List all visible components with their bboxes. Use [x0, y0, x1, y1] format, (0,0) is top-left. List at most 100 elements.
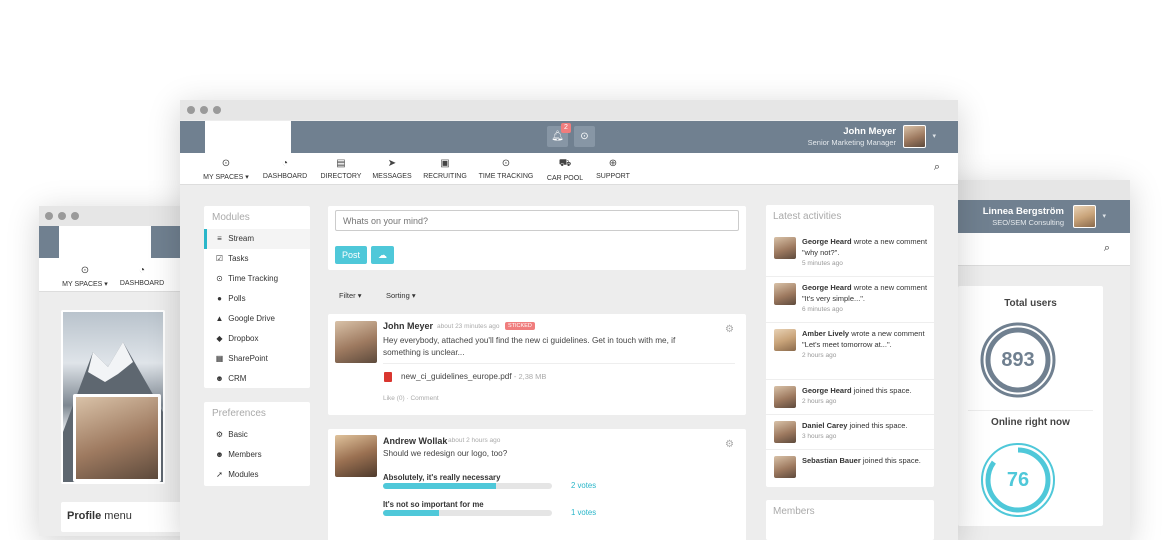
- activity-time: 5 minutes ago: [802, 260, 843, 267]
- post-actions[interactable]: Like (0) · Comment: [383, 395, 439, 402]
- post-time: about 23 minutes ago: [437, 323, 500, 330]
- module-polls[interactable]: ● Polls: [204, 289, 310, 309]
- right-user-title: SEO/SEM Consulting: [992, 218, 1064, 227]
- search-icon[interactable]: ⌕: [1104, 242, 1110, 255]
- post-author-avatar[interactable]: [335, 435, 377, 477]
- filter-dropdown[interactable]: Filter ▾: [339, 291, 362, 300]
- stats-panel: Total users 893 Online right now 76: [958, 286, 1103, 526]
- post-author-name[interactable]: John Meyer: [383, 321, 433, 331]
- activity-avatar: [774, 421, 796, 443]
- main-logo-area: [205, 121, 291, 153]
- window-dot: [45, 212, 53, 220]
- directory-icon: ▤: [336, 158, 346, 169]
- right-navbar: ⌕: [940, 233, 1130, 266]
- user-icon: ☻: [215, 374, 224, 383]
- sharepoint-icon: ▦: [215, 354, 224, 363]
- post-text: Should we redesign our logo, too?: [383, 449, 508, 458]
- upload-button[interactable]: ☁: [371, 246, 394, 264]
- profile-avatar[interactable]: [73, 394, 161, 482]
- attachment[interactable]: new_ci_guidelines_europe.pdf - 2,38 MB: [401, 372, 546, 381]
- preference-modules[interactable]: ➚ Modules: [204, 465, 310, 485]
- divider: [968, 410, 1093, 411]
- module-time-tracking[interactable]: ⊙ Time Tracking: [204, 269, 310, 289]
- poll-progress-bar: [383, 510, 552, 516]
- poll-option[interactable]: It's not so important for me: [383, 500, 484, 509]
- car-icon: ⛟: [558, 158, 572, 169]
- activity-time: 2 hours ago: [802, 398, 837, 405]
- gears-icon[interactable]: ⚙: [725, 439, 734, 450]
- attachment-size: - 2,38 MB: [513, 372, 547, 381]
- activity-item[interactable]: George Heard joined this space. 2 hours a…: [766, 380, 934, 415]
- activity-item[interactable]: Amber Lively wrote a new comment "Let's …: [766, 323, 934, 380]
- preference-basic[interactable]: ⚙ Basic: [204, 425, 310, 445]
- nav-directory[interactable]: ▤ DIRECTORY: [318, 158, 364, 180]
- online-label: Online right now: [991, 417, 1070, 428]
- nav-time-tracking[interactable]: ⊙ TIME TRACKING: [478, 158, 534, 180]
- module-dropbox[interactable]: ◆ Dropbox: [204, 329, 310, 349]
- module-stream[interactable]: ≡ Stream: [204, 229, 310, 249]
- main-user-avatar[interactable]: [903, 125, 926, 148]
- time-button[interactable]: ⊙: [574, 126, 595, 147]
- sorting-dropdown[interactable]: Sorting ▾: [386, 291, 416, 300]
- recruiting-icon: ▣: [440, 158, 450, 169]
- window-dot: [187, 106, 195, 114]
- nav-label: DASHBOARD: [119, 280, 165, 287]
- activity-item[interactable]: Sebastian Bauer joined this space.: [766, 450, 934, 487]
- clock-icon: ⊙: [580, 131, 589, 142]
- main-user-name: John Meyer: [843, 126, 896, 137]
- sticked-badge: STICKED: [505, 322, 535, 330]
- poll-progress-fill: [383, 483, 497, 489]
- poll-votes[interactable]: 1 votes: [571, 508, 596, 517]
- drive-icon: ▲: [215, 314, 224, 323]
- poll-option[interactable]: Absolutely, it's really necessary: [383, 473, 500, 482]
- left-nav-my-spaces[interactable]: ⊙ MY SPACES ▾: [57, 265, 113, 288]
- nav-messages[interactable]: ➤ MESSAGES: [370, 158, 414, 180]
- right-topbar: Linnea Bergström SEO/SEM Consulting ▾: [940, 200, 1130, 233]
- nav-my-spaces[interactable]: ⊙ MY SPACES ▾: [198, 158, 254, 181]
- profile-menu-title: Profile menu: [67, 510, 132, 522]
- module-tasks[interactable]: ☑ Tasks: [204, 249, 310, 269]
- online-value: 76: [1006, 469, 1030, 491]
- spaces-icon: ⊙: [80, 265, 90, 276]
- total-users-value: 893: [1001, 349, 1035, 371]
- left-nav-dashboard[interactable]: ◔ DASHBOARD: [117, 265, 167, 287]
- window-dot: [213, 106, 221, 114]
- activity-item[interactable]: Daniel Carey joined this space. 3 hours a…: [766, 415, 934, 450]
- nav-dashboard[interactable]: ◔ DASHBOARD: [261, 158, 309, 180]
- activity-item[interactable]: George Heard wrote a new comment "why no…: [766, 231, 934, 277]
- list-icon: ≡: [217, 234, 222, 243]
- nav-support[interactable]: ⊕ SUPPORT: [592, 158, 634, 180]
- post-author-name[interactable]: Andrew Wollak: [383, 436, 447, 446]
- window-dot: [200, 106, 208, 114]
- composer-input[interactable]: [335, 210, 739, 231]
- clock-icon: ⊙: [216, 274, 223, 283]
- left-logo-area: [59, 226, 151, 258]
- chevron-down-icon[interactable]: ▾: [1102, 212, 1106, 220]
- activity-item[interactable]: George Heard wrote a new comment "It's v…: [766, 277, 934, 323]
- activity-time: 6 minutes ago: [802, 306, 843, 313]
- dropbox-icon: ◆: [216, 334, 223, 343]
- right-user-avatar[interactable]: [1073, 205, 1096, 228]
- attachment-filename[interactable]: new_ci_guidelines_europe.pdf: [401, 372, 512, 381]
- right-user-info[interactable]: Linnea Bergström SEO/SEM Consulting: [983, 206, 1064, 227]
- activity-avatar: [774, 329, 796, 351]
- nav-car-pool[interactable]: ⛟ CAR POOL: [544, 158, 586, 182]
- module-crm[interactable]: ☻ CRM: [204, 369, 310, 389]
- chevron-down-icon[interactable]: ▾: [932, 132, 936, 140]
- members-title: Members: [773, 506, 815, 517]
- module-google-drive[interactable]: ▲ Google Drive: [204, 309, 310, 329]
- activities-title: Latest activities: [773, 211, 842, 222]
- post-author-avatar[interactable]: [335, 321, 377, 363]
- module-sharepoint[interactable]: ▦ SharePoint: [204, 349, 310, 369]
- search-icon[interactable]: ⌕: [934, 161, 940, 174]
- nav-recruiting[interactable]: ▣ RECRUITING: [422, 158, 468, 180]
- preference-members[interactable]: ☻ Members: [204, 445, 310, 465]
- poll-votes[interactable]: 2 votes: [571, 481, 596, 490]
- gears-icon[interactable]: ⚙: [725, 324, 734, 335]
- main-user-info[interactable]: John Meyer Senior Marketing Manager: [808, 126, 896, 147]
- cloud-upload-icon: ☁: [378, 250, 387, 260]
- post-button[interactable]: Post: [335, 246, 367, 264]
- composer-panel: Post ☁: [328, 206, 746, 270]
- activity-avatar: [774, 237, 796, 259]
- activity-time: 2 hours ago: [802, 352, 837, 359]
